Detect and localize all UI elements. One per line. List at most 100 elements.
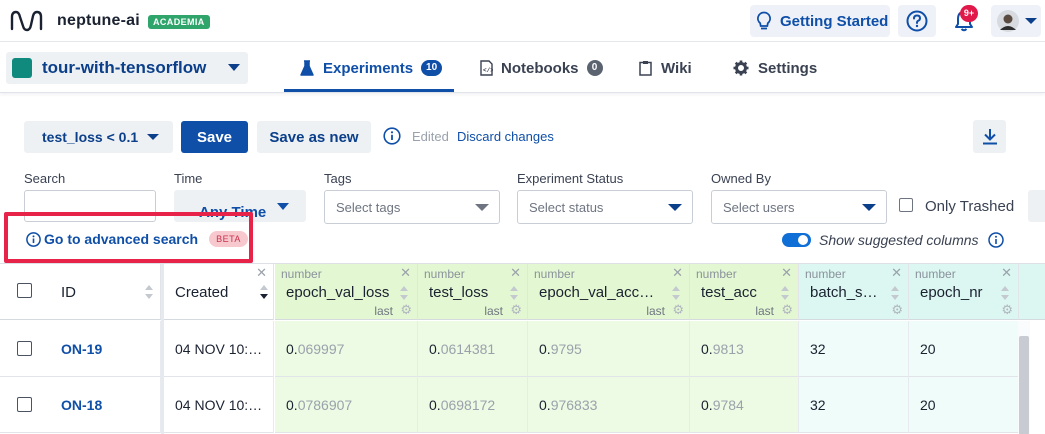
tab-experiments[interactable]: Experiments 10 [300, 43, 443, 93]
experiment-id-link[interactable]: ON-19 [0, 321, 161, 377]
close-icon[interactable]: ✕ [672, 265, 683, 281]
value-digits: 9795 [550, 340, 582, 357]
discard-changes-link[interactable]: Discard changes [457, 129, 554, 144]
status-label: Experiment Status [517, 171, 624, 186]
column-name: ID [61, 284, 76, 301]
experiment-id-link[interactable]: ON-18 [0, 377, 161, 433]
svg-text:</>: </> [483, 67, 493, 74]
notebooks-count-badge: 0 [586, 60, 603, 76]
test-loss-cell: 0. 0614381 [418, 321, 528, 377]
aggregation-label: last [646, 304, 665, 318]
search-label: Search [24, 171, 66, 186]
close-icon[interactable]: ✕ [891, 265, 902, 281]
aggregation-label: last [374, 304, 393, 318]
suggested-columns-toggle[interactable] [782, 233, 811, 247]
download-button[interactable] [973, 120, 1006, 153]
save-button[interactable]: Save [181, 121, 248, 153]
info-icon[interactable] [988, 232, 1004, 248]
gear-icon[interactable]: ⚙ [510, 302, 522, 318]
tags-placeholder: Select tags [336, 199, 401, 215]
user-menu-button[interactable] [991, 5, 1041, 37]
gear-icon[interactable]: ⚙ [781, 302, 793, 318]
sort-desc-icon[interactable] [259, 282, 269, 302]
tab-notebooks[interactable]: </> Notebooks 0 [480, 43, 603, 93]
value-prefix: 0. [539, 396, 551, 413]
value-prefix: 0. [539, 340, 551, 357]
close-icon[interactable]: ✕ [510, 265, 521, 281]
epoch-nr-cell: 20 [909, 377, 1019, 433]
scrollbar-thumb[interactable] [1019, 336, 1029, 434]
project-selector[interactable]: tour-with-tensorflow [6, 52, 248, 84]
help-button[interactable] [898, 5, 936, 37]
info-icon[interactable] [383, 127, 401, 145]
epoch-val-acc-cell: 0. 9795 [528, 321, 690, 377]
save-as-new-button[interactable]: Save as new [257, 121, 371, 153]
experiments-table: ID Created ✕ number epoch_val_loss last … [0, 263, 1045, 434]
status-dropdown[interactable]: Select status [517, 190, 693, 224]
tags-dropdown[interactable]: Select tags [324, 190, 500, 224]
close-icon[interactable]: ✕ [781, 265, 792, 281]
column-type: number [281, 267, 322, 281]
gear-icon[interactable]: ⚙ [1001, 302, 1013, 318]
gear-icon [733, 60, 749, 76]
time-label: Time [174, 171, 203, 186]
tab-label: Experiments [323, 59, 414, 77]
column-name: test_loss [429, 284, 489, 301]
column-header-epoch-val-acc[interactable]: number epoch_val_acc… last ✕ ⚙ [528, 264, 690, 320]
tab-wiki[interactable]: Wiki [639, 43, 692, 93]
more-filters-button[interactable] [1028, 190, 1045, 222]
column-header-batch-size[interactable]: number batch_s… ✕ ⚙ [799, 264, 909, 320]
tab-label: Notebooks [501, 59, 579, 77]
sort-icon[interactable] [399, 283, 409, 303]
value-prefix: 0. [701, 396, 713, 413]
column-type: number [805, 267, 846, 281]
avatar [997, 10, 1019, 32]
project-color-swatch [12, 58, 32, 78]
only-trashed-checkbox[interactable] [899, 198, 913, 212]
sort-icon[interactable] [780, 283, 790, 303]
column-header-test-loss[interactable]: number test_loss last ✕ ⚙ [418, 264, 528, 320]
column-header-created[interactable]: Created ✕ [164, 264, 274, 320]
select-all-checkbox[interactable] [17, 283, 32, 298]
column-divider[interactable] [161, 264, 164, 434]
flask-icon [300, 59, 314, 76]
close-icon[interactable]: ✕ [400, 265, 411, 281]
gear-icon[interactable]: ⚙ [672, 302, 684, 318]
notification-count-badge: 9+ [960, 5, 978, 22]
column-type: number [534, 267, 575, 281]
column-name: epoch_val_loss [286, 284, 390, 301]
column-header-id[interactable]: ID [0, 264, 161, 320]
caret-down-icon [147, 134, 160, 140]
sort-icon[interactable] [890, 283, 900, 303]
sort-icon[interactable] [1000, 283, 1010, 303]
column-header-overflow[interactable] [1019, 264, 1045, 320]
epoch-val-loss-cell: 0. 0786907 [275, 377, 418, 433]
sort-icon[interactable] [671, 283, 681, 303]
sort-icon[interactable] [144, 282, 154, 302]
app-name[interactable]: neptune-ai [57, 12, 140, 30]
owner-dropdown[interactable]: Select users [711, 190, 887, 224]
gear-icon[interactable]: ⚙ [891, 302, 903, 318]
column-type: number [424, 267, 465, 281]
saved-view-selector[interactable]: test_loss < 0.1 [24, 121, 173, 153]
getting-started-button[interactable]: Getting Started [750, 5, 890, 37]
question-circle-icon [906, 10, 928, 32]
close-icon[interactable]: ✕ [256, 265, 267, 281]
caret-down-icon [277, 203, 289, 210]
neptune-logo-icon[interactable] [10, 9, 44, 33]
gear-icon[interactable]: ⚙ [400, 302, 412, 318]
epoch-val-loss-cell: 0. 069997 [275, 321, 418, 377]
value-prefix: 0. [701, 340, 713, 357]
column-header-test-acc[interactable]: number test_acc last ✕ ⚙ [690, 264, 799, 320]
column-type: number [915, 267, 956, 281]
column-name: epoch_nr [920, 284, 983, 301]
close-icon[interactable]: ✕ [1001, 265, 1012, 281]
batch-size-cell: 32 [799, 377, 909, 433]
lightbulb-icon [757, 11, 771, 30]
top-bar: neptune-ai ACADEMIA Getting Started 9+ [0, 0, 1045, 42]
column-header-epoch-val-loss[interactable]: number epoch_val_loss last ✕ ⚙ [275, 264, 418, 320]
tab-settings[interactable]: Settings [733, 43, 817, 93]
sort-icon[interactable] [509, 283, 519, 303]
column-header-epoch-nr[interactable]: number epoch_nr ✕ ⚙ [909, 264, 1019, 320]
only-trashed-label[interactable]: Only Trashed [925, 198, 1014, 215]
